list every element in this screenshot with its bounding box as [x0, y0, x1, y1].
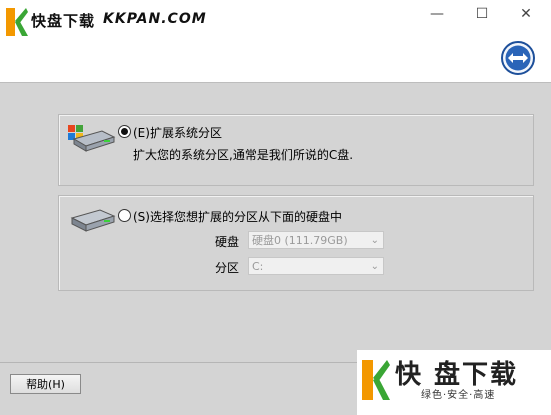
radio-extend-system[interactable] — [118, 125, 131, 138]
brand-url: KKPAN.COM — [103, 11, 207, 27]
partition-field-label: 分区 — [215, 261, 240, 275]
title-bar: 快盘下载 KKPAN.COM — ☐ ✕ — [0, 0, 551, 82]
kkpan-logo-icon — [6, 8, 28, 36]
minimize-button[interactable]: — — [417, 2, 457, 26]
option-select-partition-group: (S)选择您想扩展的分区从下面的硬盘中 硬盘 硬盘0 (111.79GB) ⌄ … — [58, 195, 534, 291]
chevron-down-icon: ⌄ — [370, 235, 379, 246]
disk-select-value: 硬盘0 (111.79GB) — [252, 234, 348, 247]
swap-arrows-icon — [501, 41, 535, 75]
system-drive-icon — [68, 125, 116, 152]
option-extend-system-label[interactable]: (E)扩展系统分区 — [133, 124, 222, 141]
radio-select-partition[interactable] — [118, 209, 131, 222]
chevron-down-icon: ⌄ — [370, 261, 379, 272]
option-select-partition-label[interactable]: (S)选择您想扩展的分区从下面的硬盘中 — [133, 208, 342, 225]
option-extend-system-group: (E)扩展系统分区 扩大您的系统分区,通常是我们所说的C盘. — [58, 114, 534, 186]
hard-drive-icon — [70, 209, 116, 232]
disk-field-label: 硬盘 — [215, 235, 240, 249]
option-extend-system-description: 扩大您的系统分区,通常是我们所说的C盘. — [133, 148, 354, 162]
partition-select-value: C: — [252, 260, 264, 273]
partition-select[interactable]: C: ⌄ — [248, 257, 384, 275]
help-button[interactable]: 帮助(H) — [10, 374, 81, 394]
watermark: 快 盘下载 绿色·安全·高速 — [357, 350, 551, 415]
disk-select[interactable]: 硬盘0 (111.79GB) ⌄ — [248, 231, 384, 249]
header-divider — [0, 82, 551, 83]
maximize-button[interactable]: ☐ — [462, 2, 502, 26]
watermark-logo-icon — [362, 360, 390, 400]
close-button[interactable]: ✕ — [506, 2, 546, 26]
brand-name: 快盘下载 — [31, 12, 96, 30]
watermark-slogan: 绿色·安全·高速 — [421, 390, 496, 401]
